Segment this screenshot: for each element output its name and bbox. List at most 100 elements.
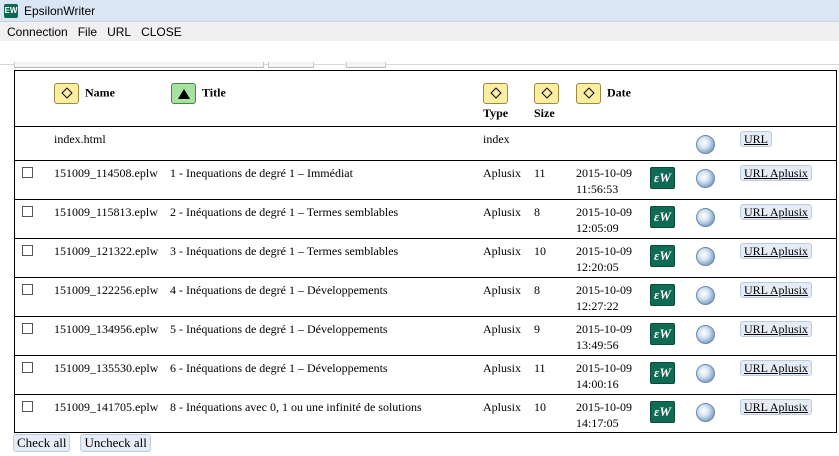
row-size: 8 [534, 204, 540, 219]
row-checkbox[interactable] [22, 400, 33, 412]
row-title: 3 - Inéquations de degré 1 – Termes semb… [170, 243, 399, 258]
row-title: 5 - Inéquations de degré 1 – Développeme… [170, 321, 388, 336]
sort-date-button[interactable] [576, 83, 601, 104]
row-checkbox[interactable] [22, 322, 33, 334]
menu-url[interactable]: URL [103, 25, 135, 39]
epsilonwriter-icon[interactable]: εW [650, 283, 675, 306]
row-name: 151009_134956.eplw [54, 321, 159, 336]
row-date: 2015-10-09 [576, 360, 632, 375]
globe-icon[interactable] [696, 134, 715, 154]
url-aplusix-link[interactable]: URL Aplusix [740, 281, 812, 298]
url-aplusix-link[interactable]: URL Aplusix [740, 398, 812, 415]
row-checkbox[interactable] [22, 166, 33, 178]
table-row: 151009_114508.eplw 1 - Inequations de de… [15, 160, 836, 199]
clipped-control [268, 62, 314, 68]
index-type: index [483, 131, 510, 146]
globe-icon[interactable] [696, 246, 715, 266]
app-icon: EW [4, 3, 18, 18]
url-aplusix-link[interactable]: URL Aplusix [740, 359, 812, 376]
url-aplusix-link[interactable]: URL Aplusix [740, 320, 812, 337]
menu-bar: Connection File URL CLOSE [0, 22, 839, 41]
header-size-cell: Size [534, 71, 576, 126]
url-aplusix-link[interactable]: URL Aplusix [740, 242, 812, 259]
row-title: 6 - Inéquations de degré 1 – Développeme… [170, 360, 388, 375]
sort-type-button[interactable] [483, 83, 508, 104]
row-size: 10 [534, 243, 546, 258]
epsilonwriter-icon[interactable]: εW [650, 361, 675, 384]
window-title: EpsilonWriter [24, 3, 96, 18]
row-type: Aplusix [483, 165, 522, 180]
row-type: Aplusix [483, 204, 522, 219]
epsilonwriter-icon[interactable]: εW [650, 400, 675, 423]
header-date: Date [607, 85, 631, 100]
row-size: 11 [534, 165, 546, 180]
row-title: 1 - Inequations de degré 1 – Immédiat [170, 165, 353, 180]
row-size: 10 [534, 399, 546, 414]
table-row: 151009_115813.eplw 2 - Inéquations de de… [15, 199, 836, 238]
url-aplusix-link[interactable]: URL Aplusix [740, 164, 812, 181]
row-name: 151009_141705.eplw [54, 399, 159, 414]
globe-icon[interactable] [696, 324, 715, 344]
row-size: 9 [534, 321, 540, 336]
check-all-button[interactable]: Check all [13, 434, 71, 452]
diamond-sort-icon [61, 87, 73, 99]
row-type: Aplusix [483, 321, 522, 336]
index-name: index.html [54, 131, 106, 146]
row-checkbox[interactable] [22, 361, 33, 373]
globe-icon[interactable] [696, 402, 715, 422]
menu-file[interactable]: File [74, 25, 101, 39]
row-name: 151009_121322.eplw [54, 243, 159, 258]
row-checkbox[interactable] [22, 283, 33, 295]
row-time: 12:05:09 [576, 220, 619, 235]
row-name: 151009_114508.eplw [54, 165, 158, 180]
diamond-sort-icon [541, 87, 553, 99]
url-link[interactable]: URL [740, 130, 772, 147]
row-type: Aplusix [483, 360, 522, 375]
header-type-cell: Type [483, 71, 534, 126]
index-row: index.html index URL [15, 126, 836, 160]
globe-icon[interactable] [696, 285, 715, 305]
clipped-control [14, 62, 264, 68]
url-aplusix-link[interactable]: URL Aplusix [740, 203, 812, 220]
epsilonwriter-icon[interactable]: εW [650, 244, 675, 267]
header-checkbox-cell [15, 71, 54, 126]
diamond-sort-icon [583, 87, 595, 99]
epsilonwriter-icon[interactable]: εW [650, 205, 675, 228]
row-title: 4 - Inéquations de degré 1 – Développeme… [170, 282, 388, 297]
epsilonwriter-icon[interactable]: εW [650, 166, 675, 189]
row-time: 12:20:05 [576, 259, 619, 274]
globe-icon[interactable] [696, 168, 715, 188]
row-name: 151009_115813.eplw [54, 204, 158, 219]
menu-close[interactable]: CLOSE [137, 25, 186, 39]
menu-connection[interactable]: Connection [3, 25, 72, 39]
file-table: Name Title Type Size Date index.html ind… [14, 70, 837, 433]
header-date-cell: Date [576, 71, 650, 126]
row-title: 2 - Inéquations de degré 1 – Termes semb… [170, 204, 399, 219]
row-date: 2015-10-09 [576, 282, 632, 297]
row-type: Aplusix [483, 282, 522, 297]
row-checkbox[interactable] [22, 244, 33, 256]
row-time: 14:17:05 [576, 415, 619, 430]
row-time: 14:00:16 [576, 376, 619, 391]
diamond-sort-icon [490, 87, 502, 99]
clipped-control [346, 62, 386, 68]
sort-name-button[interactable] [54, 83, 79, 104]
sort-size-button[interactable] [534, 83, 559, 104]
row-date: 2015-10-09 [576, 243, 632, 258]
epsilonwriter-icon[interactable]: εW [650, 322, 675, 345]
row-checkbox[interactable] [22, 205, 33, 217]
row-date: 2015-10-09 [576, 321, 632, 336]
globe-icon[interactable] [696, 363, 715, 383]
window-title-bar: EW EpsilonWriter [0, 0, 839, 22]
row-time: 13:49:56 [576, 337, 619, 352]
row-date: 2015-10-09 [576, 399, 632, 414]
header-row: Name Title Type Size Date [15, 71, 836, 126]
uncheck-all-button[interactable]: Uncheck all [80, 434, 151, 452]
row-type: Aplusix [483, 399, 522, 414]
row-date: 2015-10-09 [576, 165, 632, 180]
table-row: 151009_141705.eplw 8 - Inéquations avec … [15, 394, 836, 433]
bulk-actions: Check all Uncheck all [13, 434, 151, 452]
globe-icon[interactable] [696, 207, 715, 227]
sort-title-button[interactable] [171, 83, 196, 104]
row-name: 151009_135530.eplw [54, 360, 159, 375]
